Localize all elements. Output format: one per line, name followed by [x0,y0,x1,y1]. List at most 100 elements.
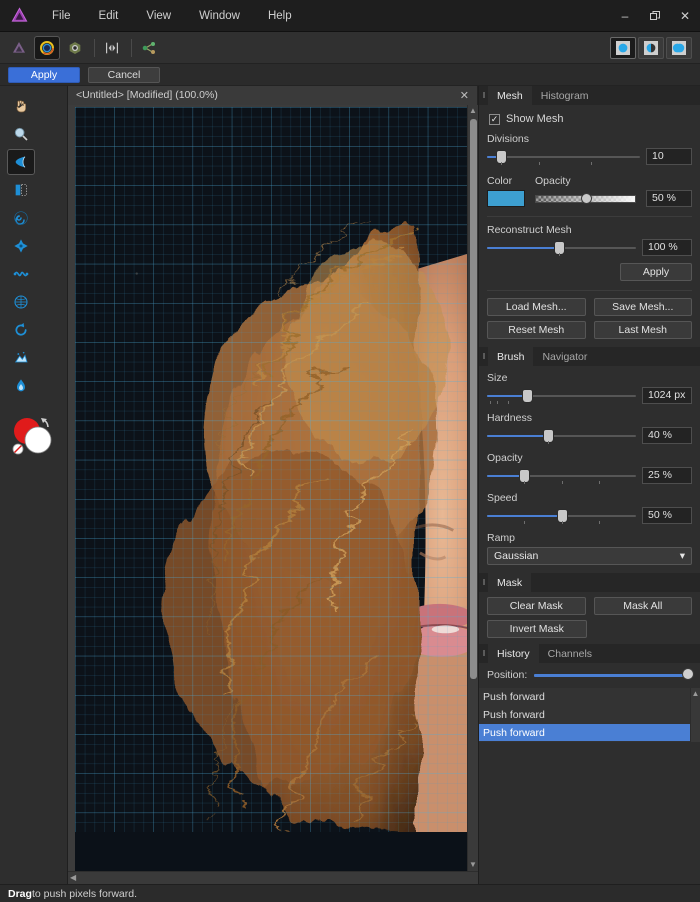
canvas-area[interactable] [68,105,467,871]
menu-item-view[interactable]: View [132,4,185,28]
divisions-row: 10 [487,148,692,165]
apply-button[interactable]: Apply [8,66,80,83]
panel-grip-icon-2[interactable]: ‖ [479,347,488,366]
brush-opacity-slider[interactable] [487,469,636,484]
divisions-value-field[interactable]: 10 [646,148,692,165]
tone-mapping-persona-icon[interactable] [99,36,125,60]
liquify-push-forward-tool-icon[interactable] [7,149,35,175]
last-mesh-button[interactable]: Last Mesh [593,321,692,339]
clear-mask-button[interactable]: Clear Mask [487,597,586,615]
menu-item-edit[interactable]: Edit [85,4,133,28]
mirror-view-icon[interactable] [666,36,692,59]
canvas-horizontal-scrollbar[interactable]: ◀ [68,871,478,884]
menu-item-help[interactable]: Help [254,4,306,28]
history-entry[interactable]: Push forward [479,688,700,706]
slider-ticks [487,161,640,166]
liquify-twirl-tool-icon[interactable] [7,205,35,231]
liquify-freeze-tool-icon[interactable] [7,345,35,371]
mask-all-button[interactable]: Mask All [593,597,692,615]
liquify-pinch-punch-tool-icon[interactable] [7,233,35,259]
scroll-up-icon[interactable]: ▲ [469,105,477,117]
tab-brush[interactable]: Brush [488,347,534,366]
history-list[interactable]: Push forward Push forward Push forward ▲ [479,688,700,742]
liquify-mesh-clone-tool-icon[interactable] [7,289,35,315]
chevron-down-icon: ▾ [679,550,685,562]
scroll-down-icon[interactable]: ▼ [469,859,477,871]
reconstruct-row: 100 % [487,239,692,256]
panel-grip-icon-3[interactable]: ‖ [479,573,488,592]
tab-channels[interactable]: Channels [539,644,601,663]
toolbar-separator [94,38,95,57]
divisions-slider[interactable] [487,150,640,166]
scroll-left-icon[interactable]: ◀ [70,872,76,884]
canvas-column: <Untitled> [Modified] (100.0%) ✕ ▲ ▼ ◀ [68,85,478,884]
document-tab[interactable]: <Untitled> [Modified] (100.0%) ✕ [68,85,478,105]
ramp-selected-value: Gaussian [494,550,539,562]
maximize-icon[interactable] [640,0,670,32]
close-icon[interactable]: ✕ [670,0,700,32]
load-mesh-button[interactable]: Load Mesh... [487,298,586,316]
slider-ticks [487,440,636,445]
opacity-knob[interactable] [580,192,592,204]
panel-grip-icon[interactable]: ‖ [479,86,488,105]
brush-speed-slider[interactable] [487,509,636,524]
document-close-icon[interactable]: ✕ [452,89,469,102]
reconstruct-slider[interactable] [487,241,636,256]
history-scrollbar[interactable]: ▲ [690,688,700,742]
liquify-reconstruct-tool-icon[interactable] [7,317,35,343]
reconstruct-value-field[interactable]: 100 % [642,239,692,256]
mesh-opacity-slider[interactable] [535,192,636,206]
brush-hardness-label: Hardness [487,412,532,424]
position-knob[interactable] [682,668,694,680]
liquify-thaw-tool-icon[interactable] [7,373,35,399]
menu-item-file[interactable]: File [38,4,85,28]
develop-persona-icon[interactable] [62,36,88,60]
brush-size-label: Size [487,372,508,384]
tab-mask[interactable]: Mask [488,573,532,592]
history-entry[interactable]: Push forward [479,706,700,724]
brush-speed-value-field[interactable]: 50 % [642,507,692,524]
split-view-icon[interactable] [638,36,664,59]
export-persona-icon[interactable] [136,36,162,60]
save-mesh-button[interactable]: Save Mesh... [593,298,692,316]
menu-item-window[interactable]: Window [185,4,254,28]
brush-size-slider[interactable] [487,389,636,404]
show-mesh-checkbox[interactable]: ✓ Show Mesh [489,113,692,125]
brush-opacity-value-field[interactable]: 25 % [642,467,692,484]
main-body: <Untitled> [Modified] (100.0%) ✕ ▲ ▼ ◀ ‖… [0,85,700,884]
history-position-slider[interactable] [534,668,694,682]
image-canvas[interactable] [75,107,467,871]
panel-grip-icon-4[interactable]: ‖ [479,644,488,663]
cancel-button[interactable]: Cancel [88,66,160,83]
single-view-icon[interactable] [610,36,636,59]
hand-tool-icon[interactable] [7,93,35,119]
tab-navigator[interactable]: Navigator [533,347,596,366]
brush-hardness-slider[interactable] [487,429,636,445]
mesh-opacity-value-field[interactable]: 50 % [646,190,692,207]
canvas-vertical-scrollbar[interactable]: ▲ ▼ [467,105,478,871]
color-label: Color [487,175,513,187]
vertical-scroll-thumb[interactable] [469,119,477,679]
mesh-color-swatch[interactable] [487,190,525,207]
photo-persona-icon[interactable] [6,36,32,60]
reset-mesh-button[interactable]: Reset Mesh [487,321,586,339]
liquify-persona-icon[interactable] [34,35,60,60]
zoom-tool-icon[interactable] [7,121,35,147]
tab-history[interactable]: History [488,644,539,663]
brush-opacity-label: Opacity [487,452,523,464]
tab-histogram[interactable]: Histogram [532,86,598,105]
minimize-icon[interactable]: – [610,0,640,32]
tab-mesh[interactable]: Mesh [488,86,532,105]
history-entry-selected[interactable]: Push forward [479,724,700,742]
status-hint-action: Drag [8,887,32,900]
history-scroll-up-icon[interactable]: ▲ [691,688,700,700]
invert-mask-button[interactable]: Invert Mask [487,620,587,638]
liquify-turbulence-tool-icon[interactable] [7,261,35,287]
brush-ramp-label: Ramp [487,532,516,544]
brush-size-value-field[interactable]: 1024 px [642,387,692,404]
brush-hardness-value-field[interactable]: 40 % [642,427,692,444]
liquify-push-left-tool-icon[interactable] [7,177,35,203]
reconstruct-apply-button[interactable]: Apply [620,263,692,281]
foreground-background-color[interactable] [10,414,60,458]
brush-ramp-select[interactable]: Gaussian ▾ [487,547,692,565]
